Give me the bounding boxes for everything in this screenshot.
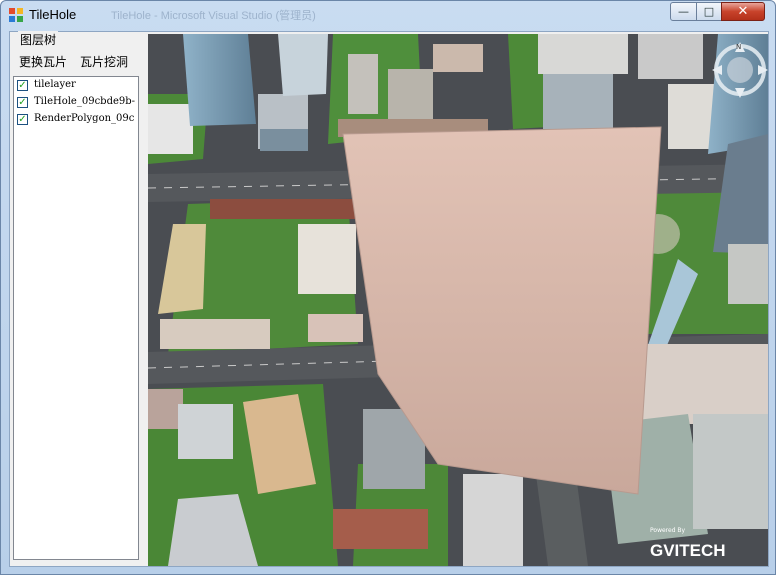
layer-label: TileHole_09cbde9b- xyxy=(34,96,136,107)
layer-label: RenderPolygon_09c xyxy=(34,113,135,124)
building xyxy=(160,319,270,349)
layer-tree[interactable]: ✓ tilelayer ✓ TileHole_09cbde9b- ✓ Rende… xyxy=(13,76,139,560)
maximize-button[interactable]: □ xyxy=(696,2,722,21)
building xyxy=(333,509,428,549)
building xyxy=(728,244,768,304)
building xyxy=(298,224,356,294)
close-button[interactable]: ✕ xyxy=(721,2,765,21)
building xyxy=(348,54,378,114)
layer-item-tilelayer[interactable]: ✓ tilelayer xyxy=(14,79,138,94)
building xyxy=(538,34,628,74)
layer-checkbox[interactable]: ✓ xyxy=(17,114,28,125)
city-scene: N Powered By GVITECH xyxy=(148,34,768,566)
building xyxy=(278,34,328,96)
building xyxy=(628,344,768,424)
window-title: TileHole xyxy=(29,7,77,22)
layer-checkbox[interactable]: ✓ xyxy=(17,80,28,91)
layer-item-tilehole[interactable]: ✓ TileHole_09cbde9b- xyxy=(14,96,138,111)
client-area: 图层树 更换瓦片 瓦片挖洞 ✓ tilelayer ✓ TileHole_09c… xyxy=(9,31,769,567)
building xyxy=(543,74,613,129)
layer-item-renderpolygon[interactable]: ✓ RenderPolygon_09c xyxy=(14,113,138,128)
building xyxy=(463,474,523,566)
building xyxy=(148,389,183,429)
layer-label: tilelayer xyxy=(34,79,76,90)
building xyxy=(260,129,308,151)
building xyxy=(638,34,703,79)
layer-tree-group-label: 图层树 xyxy=(18,31,59,48)
brand-logo: GVITECH xyxy=(650,541,726,560)
application-window: TileHole TileHole - Microsoft Visual Stu… xyxy=(0,0,776,575)
building xyxy=(388,69,433,124)
building xyxy=(178,404,233,459)
app-icon xyxy=(9,8,23,22)
3d-map-view[interactable]: N Powered By GVITECH xyxy=(148,34,768,566)
building xyxy=(148,104,193,154)
title-bar[interactable]: TileHole TileHole - Microsoft Visual Stu… xyxy=(1,1,775,29)
layer-toolbar: 更换瓦片 瓦片挖洞 xyxy=(14,50,140,72)
layer-checkbox[interactable]: ✓ xyxy=(17,97,28,108)
minimize-button[interactable]: — xyxy=(670,2,697,21)
building xyxy=(433,44,483,72)
building xyxy=(183,34,256,126)
brand-powered-by: Powered By xyxy=(650,527,686,534)
replace-tile-button[interactable]: 更换瓦片 xyxy=(19,53,67,70)
dig-tile-button[interactable]: 瓦片挖洞 xyxy=(80,53,128,70)
background-window-title: TileHole - Microsoft Visual Studio (管理员) xyxy=(111,10,316,22)
compass-label: N xyxy=(736,43,741,51)
building xyxy=(693,414,768,529)
building xyxy=(210,199,360,219)
building xyxy=(308,314,363,342)
